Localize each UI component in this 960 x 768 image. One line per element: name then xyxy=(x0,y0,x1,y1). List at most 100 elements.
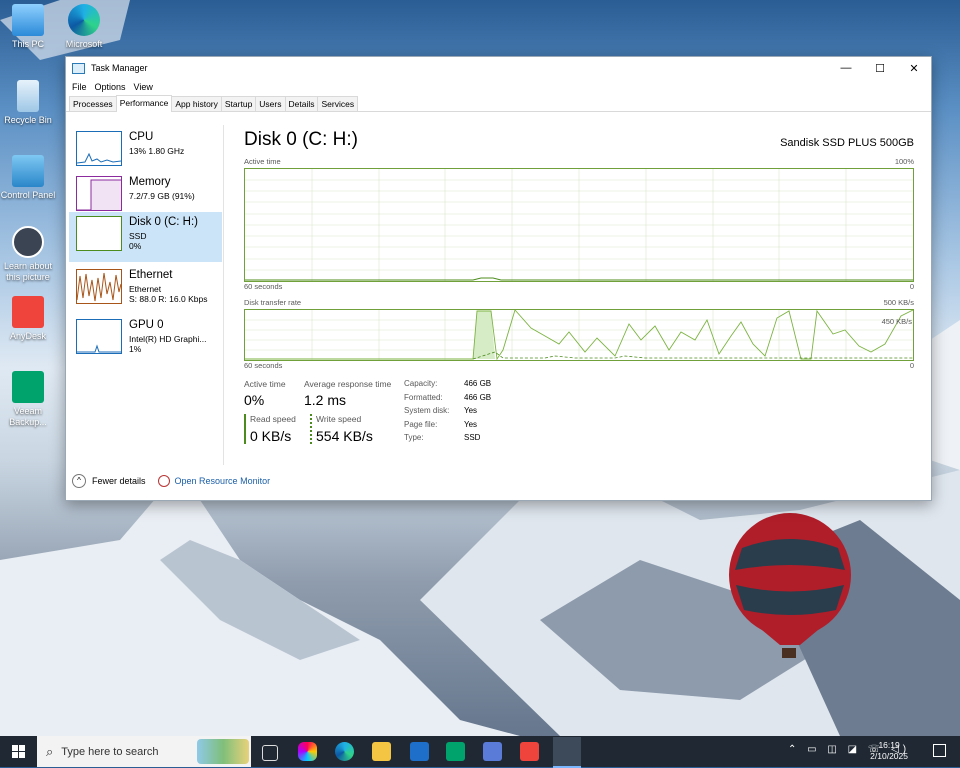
disk-model: Sandisk SSD PLUS 500GB xyxy=(780,137,914,149)
desktop-icon-label: Microsoft xyxy=(65,39,103,49)
menu-file[interactable]: File xyxy=(70,82,93,92)
desktop-icon-control-panel[interactable]: Control Panel xyxy=(0,155,56,201)
tab-startup[interactable]: Startup xyxy=(220,96,257,111)
copilot-icon[interactable] xyxy=(298,742,317,761)
sidebar-item-detail: S: 88.0 R: 16.0 Kbps xyxy=(129,294,208,304)
avg-response-value: 1.2 ms xyxy=(304,392,347,408)
active-time-max-label: 100% xyxy=(894,157,914,166)
maximize-button[interactable]: ☐ xyxy=(863,57,897,79)
desktop-icon-anydesk[interactable]: AnyDesk xyxy=(0,296,56,342)
sidebar-item-detail: 1% xyxy=(129,344,142,354)
network-app-icon[interactable] xyxy=(483,742,502,761)
menu-bar: File Options View xyxy=(66,79,931,95)
menu-options[interactable]: Options xyxy=(93,82,132,92)
property-row: System disk: Yes xyxy=(404,406,478,415)
sidebar-item-detail: 13% 1.80 GHz xyxy=(129,146,185,156)
veeam-taskbar-icon[interactable] xyxy=(446,742,465,761)
write-speed-indicator xyxy=(310,414,312,444)
disk-properties: Capacity: 466 GB Formatted: 466 GB System … xyxy=(404,379,491,447)
disk-thumbnail-graph xyxy=(76,216,122,251)
tab-processes[interactable]: Processes xyxy=(69,96,117,111)
performance-sidebar: CPU 13% 1.80 GHz Memory 7.2/7.9 GB (91%)… xyxy=(66,125,224,465)
sidebar-item-name: Disk 0 (C: H:) xyxy=(129,216,198,228)
page-title: Disk 0 (C: H:) xyxy=(244,129,358,150)
sidebar-item-name: GPU 0 xyxy=(129,319,164,331)
camera-icon xyxy=(12,226,44,258)
sidebar-item-detail: 0% xyxy=(129,241,142,251)
write-speed-label: Write speed xyxy=(316,414,362,424)
sidebar-item-disk-0[interactable]: Disk 0 (C: H:) SSD 0% xyxy=(69,212,222,262)
desktop-icon-label: Learn about this picture xyxy=(3,261,53,282)
desktop-icon-microsoft-edge[interactable]: Microsoft xyxy=(56,4,112,50)
sidebar-item-detail: Ethernet xyxy=(129,284,162,294)
property-row: Formatted: 466 GB xyxy=(404,392,492,402)
edge-icon xyxy=(68,4,100,36)
task-manager-icon xyxy=(72,62,85,74)
tab-details[interactable]: Details xyxy=(284,96,319,111)
tab-app-history[interactable]: App history xyxy=(171,96,222,111)
property-row: Page file: Yes xyxy=(404,419,478,429)
avg-response-label: Average response time xyxy=(304,379,392,389)
gpu-thumbnail-graph xyxy=(76,319,122,354)
sidebar-item-name: Memory xyxy=(129,176,171,188)
active-time-min-label: 0 xyxy=(909,282,914,291)
file-explorer-icon[interactable] xyxy=(372,742,391,761)
minimize-button[interactable]: — xyxy=(829,57,863,79)
taskbar-search-box[interactable]: ⌕ Type here to search xyxy=(37,736,251,767)
window-title: Task Manager xyxy=(91,63,148,73)
write-speed-value: 554 KB/s xyxy=(316,428,373,444)
chevron-up-icon: ^ xyxy=(72,474,86,488)
edge-icon[interactable] xyxy=(335,742,354,761)
sidebar-item-gpu-0[interactable]: GPU 0 Intel(R) HD Graphi... 1% xyxy=(69,315,222,363)
clock-date: 2/10/2025 xyxy=(870,751,908,761)
transfer-rate-min-label: 0 xyxy=(909,361,914,370)
sidebar-item-detail: Intel(R) HD Graphi... xyxy=(129,334,207,344)
outlook-icon[interactable] xyxy=(410,742,429,761)
sidebar-item-name: Ethernet xyxy=(129,269,173,281)
active-time-x-label: 60 seconds xyxy=(244,282,283,291)
control-panel-icon xyxy=(12,155,44,187)
transfer-rate-graph-label: Disk transfer rate xyxy=(244,298,302,307)
transfer-rate-x-label: 60 seconds xyxy=(244,361,283,370)
sidebar-item-ethernet[interactable]: Ethernet Ethernet S: 88.0 R: 16.0 Kbps xyxy=(69,265,222,313)
system-clock[interactable]: 16:19 2/10/2025 xyxy=(870,740,908,762)
task-manager-taskbar-icon[interactable] xyxy=(553,737,581,768)
clock-time: 16:19 xyxy=(878,740,900,750)
title-bar[interactable]: Task Manager — ☐ ✕ xyxy=(66,57,931,79)
tab-services[interactable]: Services xyxy=(317,96,359,111)
taskbar: ⌕ Type here to search ⌃ ▭ ◫ ◪ ☏ ◁) 16:19… xyxy=(0,736,960,768)
anydesk-taskbar-icon[interactable] xyxy=(520,742,539,761)
desktop-icon-veeam[interactable]: Veeam Backup... xyxy=(0,371,56,428)
desktop-icon-learn-about-picture[interactable]: Learn about this picture xyxy=(0,226,56,283)
active-time-graph xyxy=(244,168,914,282)
close-button[interactable]: ✕ xyxy=(897,57,931,79)
menu-view[interactable]: View xyxy=(132,82,159,92)
open-resource-monitor-link[interactable]: Open Resource Monitor xyxy=(157,475,271,487)
active-time-graph-label: Active time xyxy=(244,157,281,166)
desktop-icon-this-pc[interactable]: This PC xyxy=(0,4,56,50)
desktop-icon-label: This PC xyxy=(11,39,44,49)
anydesk-icon xyxy=(12,296,44,328)
recycle-bin-icon xyxy=(17,80,39,112)
desktop-icon-recycle-bin[interactable]: Recycle Bin xyxy=(0,80,56,126)
sidebar-item-detail: 7.2/7.9 GB (91%) xyxy=(129,191,195,201)
sidebar-item-cpu[interactable]: CPU 13% 1.80 GHz xyxy=(69,127,222,175)
memory-thumbnail-graph xyxy=(76,176,122,211)
tab-performance[interactable]: Performance xyxy=(115,95,173,112)
resource-monitor-label: Open Resource Monitor xyxy=(174,476,271,486)
transfer-rate-graph xyxy=(244,309,914,361)
fewer-details-button[interactable]: ^ Fewer details xyxy=(72,474,146,488)
tab-users[interactable]: Users xyxy=(255,96,286,111)
sidebar-item-name: CPU xyxy=(129,131,154,143)
start-button[interactable] xyxy=(12,745,25,758)
read-speed-label: Read speed xyxy=(250,414,296,424)
task-view-icon[interactable] xyxy=(262,745,278,761)
search-icon: ⌕ xyxy=(46,743,54,759)
notification-icon[interactable] xyxy=(933,744,946,757)
read-speed-indicator xyxy=(244,414,246,444)
desktop-icon-label: AnyDesk xyxy=(9,331,46,341)
desktop-icon-label: Veeam Backup... xyxy=(9,406,47,427)
ethernet-thumbnail-graph xyxy=(76,269,122,304)
active-time-value: 0% xyxy=(244,392,265,408)
transfer-rate-max-label: 500 KB/s xyxy=(883,298,914,307)
